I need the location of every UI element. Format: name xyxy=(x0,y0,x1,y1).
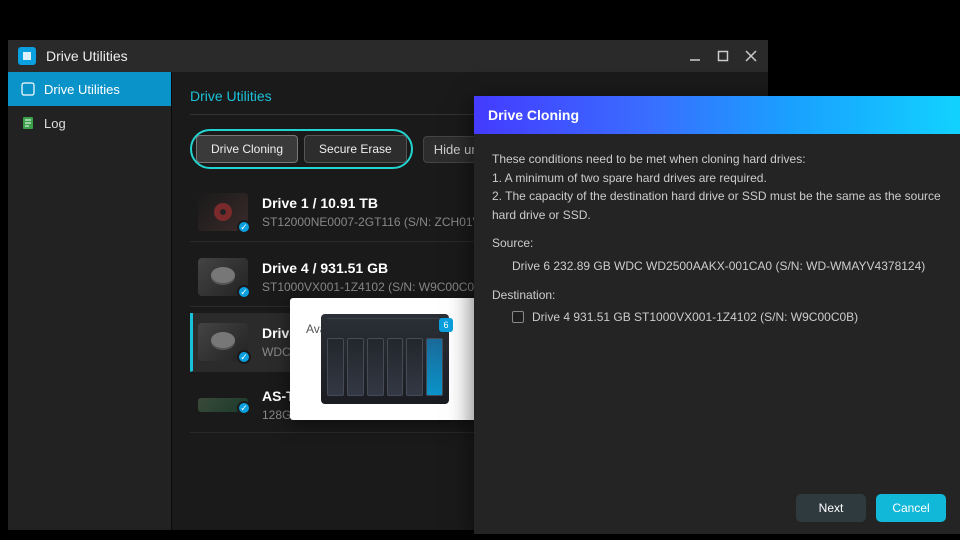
drive-sub: ST12000NE0007-2GT116 (S/N: ZCH01VMG) xyxy=(262,215,504,229)
modal-intro: These conditions need to be met when clo… xyxy=(492,150,942,169)
drive-thumb-icon: ✓ xyxy=(198,193,248,231)
tab-drive-cloning[interactable]: Drive Cloning xyxy=(196,135,298,163)
close-icon[interactable] xyxy=(744,49,758,63)
source-value: Drive 6 232.89 GB WDC WD2500AAKX-001CA0 … xyxy=(492,257,942,276)
cancel-button[interactable]: Cancel xyxy=(876,494,946,522)
check-badge-icon: ✓ xyxy=(237,220,251,234)
nas-preview-popover: Available 6 xyxy=(290,298,480,420)
app-icon xyxy=(18,47,36,65)
window-controls xyxy=(688,49,758,63)
mode-toggle-group: Drive Cloning Secure Erase xyxy=(190,129,413,169)
checkbox-icon[interactable] xyxy=(512,311,524,323)
tab-secure-erase[interactable]: Secure Erase xyxy=(304,135,407,163)
destination-option[interactable]: Drive 4 931.51 GB ST1000VX001-1Z4102 (S/… xyxy=(492,308,942,327)
sidebar: Drive Utilities Log xyxy=(8,72,172,530)
source-label: Source: xyxy=(492,234,942,253)
modal-body: These conditions need to be met when clo… xyxy=(474,134,960,482)
titlebar: Drive Utilities xyxy=(8,40,768,72)
maximize-icon[interactable] xyxy=(716,49,730,63)
check-badge-icon: ✓ xyxy=(237,350,251,364)
sidebar-item-log[interactable]: Log xyxy=(8,106,171,140)
drive-sub: ST1000VX001-1Z4102 (S/N: W9C00C0B) xyxy=(262,280,486,294)
minimize-icon[interactable] xyxy=(688,49,702,63)
sidebar-item-label: Log xyxy=(44,116,66,131)
drive-name: Drive 1 / 10.91 TB xyxy=(262,195,504,211)
sidebar-item-label: Drive Utilities xyxy=(44,82,120,97)
utilities-icon xyxy=(20,81,36,97)
log-icon xyxy=(20,115,36,131)
check-badge-icon: ✓ xyxy=(237,401,251,415)
nas-slot-badge: 6 xyxy=(439,318,453,332)
modal-title: Drive Cloning xyxy=(474,96,960,134)
drive-thumb-icon: ✓ xyxy=(198,398,248,412)
destination-option-label: Drive 4 931.51 GB ST1000VX001-1Z4102 (S/… xyxy=(532,308,858,327)
sidebar-item-drive-utilities[interactable]: Drive Utilities xyxy=(8,72,171,106)
nas-device-icon: 6 xyxy=(321,314,449,404)
drive-cloning-modal: Drive Cloning These conditions need to b… xyxy=(474,96,960,534)
check-badge-icon: ✓ xyxy=(237,285,251,299)
next-button[interactable]: Next xyxy=(796,494,866,522)
drive-name: Drive 4 / 931.51 GB xyxy=(262,260,486,276)
modal-footer: Next Cancel xyxy=(474,482,960,534)
modal-condition-1: 1. A minimum of two spare hard drives ar… xyxy=(492,169,942,188)
destination-label: Destination: xyxy=(492,286,942,305)
window-title: Drive Utilities xyxy=(46,48,688,64)
drive-thumb-icon: ✓ xyxy=(198,258,248,296)
modal-condition-2: 2. The capacity of the destination hard … xyxy=(492,187,942,224)
drive-thumb-icon: ✓ xyxy=(198,323,248,361)
